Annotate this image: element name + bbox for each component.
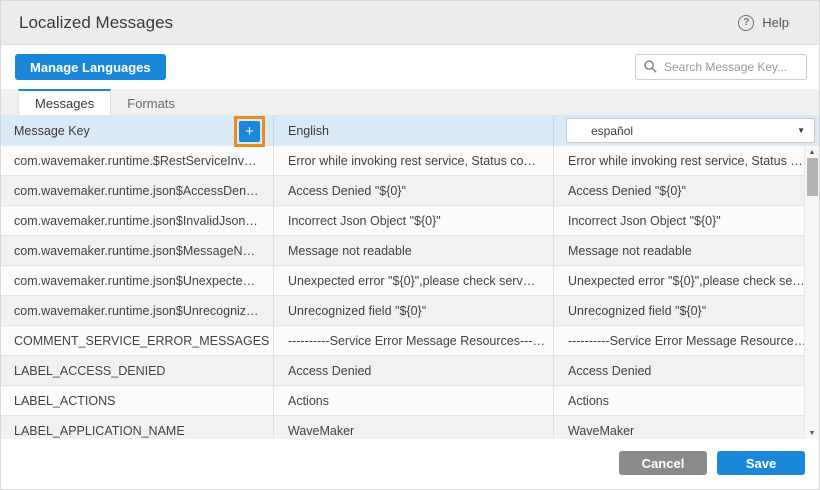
- table-body: com.wavemaker.runtime.$RestServiceInv… E…: [1, 146, 819, 439]
- cell-translation[interactable]: Unrecognized field "${0}": [554, 296, 804, 325]
- table-row[interactable]: com.wavemaker.runtime.$RestServiceInv… E…: [1, 146, 804, 176]
- cell-translation[interactable]: Actions: [554, 386, 804, 415]
- cell-message-key[interactable]: com.wavemaker.runtime.json$AccessDen…: [1, 176, 274, 205]
- message-key-header-label: Message Key: [14, 124, 90, 138]
- table-row[interactable]: com.wavemaker.runtime.json$MessageN… Mes…: [1, 236, 804, 266]
- cell-message-key[interactable]: com.wavemaker.runtime.json$Unexpecte…: [1, 266, 274, 295]
- search-box: [635, 54, 807, 80]
- cell-english[interactable]: Access Denied: [274, 356, 554, 385]
- cell-english[interactable]: ----------Service Error Message Resource…: [274, 326, 554, 355]
- chevron-down-icon: ▼: [797, 126, 805, 135]
- tab-bar: Messages Formats: [1, 89, 819, 115]
- page-title: Localized Messages: [19, 13, 173, 33]
- search-icon: [643, 59, 658, 74]
- cell-translation[interactable]: Incorrect Json Object "${0}": [554, 206, 804, 235]
- save-button[interactable]: Save: [717, 451, 805, 475]
- search-input[interactable]: [635, 54, 807, 80]
- scrollbar-thumb[interactable]: [807, 158, 818, 196]
- cell-translation[interactable]: Unexpected error "${0}",please check se…: [554, 266, 804, 295]
- table-rows: com.wavemaker.runtime.$RestServiceInv… E…: [1, 146, 804, 439]
- cell-english[interactable]: WaveMaker: [274, 416, 554, 439]
- cell-message-key[interactable]: LABEL_APPLICATION_NAME: [1, 416, 274, 439]
- cell-english[interactable]: Error while invoking rest service, Statu…: [274, 146, 554, 175]
- cell-message-key[interactable]: LABEL_ACTIONS: [1, 386, 274, 415]
- cell-translation[interactable]: WaveMaker: [554, 416, 804, 439]
- cell-english[interactable]: Unexpected error "${0}",please check ser…: [274, 266, 554, 295]
- language-select-value: español: [591, 124, 633, 138]
- add-message-button[interactable]: +: [239, 121, 260, 142]
- column-header-language: español ▼: [554, 115, 819, 146]
- cell-translation[interactable]: Access Denied "${0}": [554, 176, 804, 205]
- cell-message-key[interactable]: com.wavemaker.runtime.$RestServiceInv…: [1, 146, 274, 175]
- tab-messages[interactable]: Messages: [18, 89, 111, 115]
- cell-message-key[interactable]: LABEL_ACCESS_DENIED: [1, 356, 274, 385]
- messages-table: Message Key + English español ▼ com.wave…: [1, 115, 819, 439]
- column-header-message-key: Message Key +: [1, 115, 274, 146]
- cell-translation[interactable]: ----------Service Error Message Resource…: [554, 326, 804, 355]
- table-row[interactable]: LABEL_ACCESS_DENIED Access Denied Access…: [1, 356, 804, 386]
- cell-message-key[interactable]: com.wavemaker.runtime.json$InvalidJson…: [1, 206, 274, 235]
- cell-english[interactable]: Actions: [274, 386, 554, 415]
- cell-english[interactable]: Unrecognized field "${0}": [274, 296, 554, 325]
- cell-english[interactable]: Incorrect Json Object "${0}": [274, 206, 554, 235]
- scrollbar-down-arrow-icon[interactable]: ▼: [805, 427, 819, 439]
- vertical-scrollbar[interactable]: ▲ ▼: [804, 146, 819, 439]
- cell-english[interactable]: Access Denied "${0}": [274, 176, 554, 205]
- help-icon: ?: [738, 15, 754, 31]
- scrollbar-up-arrow-icon[interactable]: ▲: [805, 146, 819, 158]
- cell-message-key[interactable]: com.wavemaker.runtime.json$MessageN…: [1, 236, 274, 265]
- add-language-highlight: +: [234, 116, 265, 147]
- localized-messages-dialog: Localized Messages ? Help Manage Languag…: [0, 0, 820, 490]
- table-row[interactable]: LABEL_ACTIONS Actions Actions: [1, 386, 804, 416]
- help-label: Help: [762, 15, 789, 30]
- cell-message-key[interactable]: com.wavemaker.runtime.json$Unrecogniz…: [1, 296, 274, 325]
- table-row[interactable]: LABEL_APPLICATION_NAME WaveMaker WaveMak…: [1, 416, 804, 439]
- dialog-titlebar: Localized Messages ? Help: [1, 1, 819, 45]
- scrollbar-track[interactable]: [805, 158, 819, 427]
- cell-message-key[interactable]: COMMENT_SERVICE_ERROR_MESSAGES: [1, 326, 274, 355]
- table-header-row: Message Key + English español ▼: [1, 115, 819, 146]
- tab-formats[interactable]: Formats: [111, 89, 191, 115]
- cancel-button[interactable]: Cancel: [619, 451, 707, 475]
- cell-translation[interactable]: Access Denied: [554, 356, 804, 385]
- table-row[interactable]: com.wavemaker.runtime.json$AccessDen… Ac…: [1, 176, 804, 206]
- toolbar: Manage Languages: [1, 45, 819, 89]
- cell-english[interactable]: Message not readable: [274, 236, 554, 265]
- table-row[interactable]: com.wavemaker.runtime.json$InvalidJson… …: [1, 206, 804, 236]
- cell-translation[interactable]: Error while invoking rest service, Statu…: [554, 146, 804, 175]
- cell-translation[interactable]: Message not readable: [554, 236, 804, 265]
- table-row[interactable]: com.wavemaker.runtime.json$Unrecogniz… U…: [1, 296, 804, 326]
- column-header-english: English: [274, 115, 554, 146]
- manage-languages-button[interactable]: Manage Languages: [15, 54, 166, 80]
- language-select[interactable]: español ▼: [566, 118, 815, 143]
- table-row[interactable]: COMMENT_SERVICE_ERROR_MESSAGES ---------…: [1, 326, 804, 356]
- table-row[interactable]: com.wavemaker.runtime.json$Unexpecte… Un…: [1, 266, 804, 296]
- help-button[interactable]: ? Help: [738, 15, 789, 31]
- dialog-footer: Cancel Save: [1, 439, 819, 489]
